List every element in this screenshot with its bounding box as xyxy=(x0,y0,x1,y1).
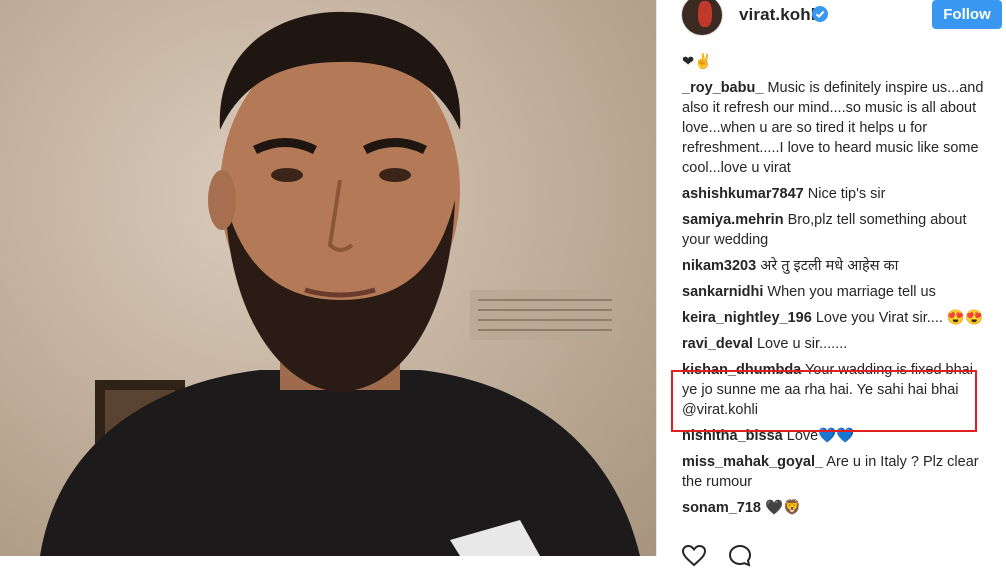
comment-list: ❤✌ _roy_babu_ Music is definitely inspir… xyxy=(682,52,992,524)
comment-username[interactable]: keira_nightley_196 xyxy=(682,310,812,326)
comment-text: अरे तु इटली मधे आहेस का xyxy=(760,258,899,274)
comment-item: ❤✌ xyxy=(682,52,992,72)
comment-username[interactable]: sonam_718 xyxy=(682,500,761,516)
comment-text: Love u sir....... xyxy=(756,336,848,352)
video-frame-illustration xyxy=(40,11,640,556)
comment-item: _roy_babu_ Music is definitely inspire u… xyxy=(682,78,992,178)
comment-item: nikam3203 अरे तु इटली मधे आहेस का xyxy=(682,256,992,276)
comment-username[interactable]: ravi_deval xyxy=(682,336,753,352)
comment-username[interactable]: sankarnidhi xyxy=(682,284,763,300)
post-video[interactable] xyxy=(0,0,656,556)
post-username[interactable]: virat.kohli xyxy=(739,5,820,25)
avatar[interactable] xyxy=(681,0,723,36)
comment-item: samiya.mehrin Bro,plz tell something abo… xyxy=(682,210,992,250)
highlight-box xyxy=(671,370,977,432)
comment-item: keira_nightley_196 Love you Virat sir...… xyxy=(682,308,992,328)
comment-item: sankarnidhi When you marriage tell us xyxy=(682,282,992,302)
comment-icon[interactable] xyxy=(727,543,753,569)
comment-item: ravi_deval Love u sir....... xyxy=(682,334,992,354)
comment-item: sonam_718 🖤🦁 xyxy=(682,498,992,518)
comment-username[interactable]: samiya.mehrin xyxy=(682,212,784,228)
post-header: virat.kohli Follow xyxy=(657,0,1006,38)
comments-panel: virat.kohli Follow ❤✌ _roy_babu_ Music i… xyxy=(656,0,1006,567)
comment-username[interactable]: _roy_babu_ xyxy=(682,80,763,96)
comment-text: ❤✌ xyxy=(682,54,713,70)
comment-text: 🖤🦁 xyxy=(765,500,802,516)
heart-icon[interactable] xyxy=(681,543,707,569)
comment-username[interactable]: miss_mahak_goyal_ xyxy=(682,454,823,470)
comment-username[interactable]: nikam3203 xyxy=(682,258,756,274)
comment-text: When you marriage tell us xyxy=(767,284,936,300)
verified-badge-icon xyxy=(812,6,828,22)
comment-item: ashishkumar7847 Nice tip's sir xyxy=(682,184,992,204)
comment-text: Nice tip's sir xyxy=(807,186,886,202)
follow-button[interactable]: Follow xyxy=(932,0,1002,29)
comment-text: Love you Virat sir.... 😍😍 xyxy=(815,310,984,326)
comment-item: miss_mahak_goyal_ Are u in Italy ? Plz c… xyxy=(682,452,992,492)
comment-username[interactable]: ashishkumar7847 xyxy=(682,186,804,202)
